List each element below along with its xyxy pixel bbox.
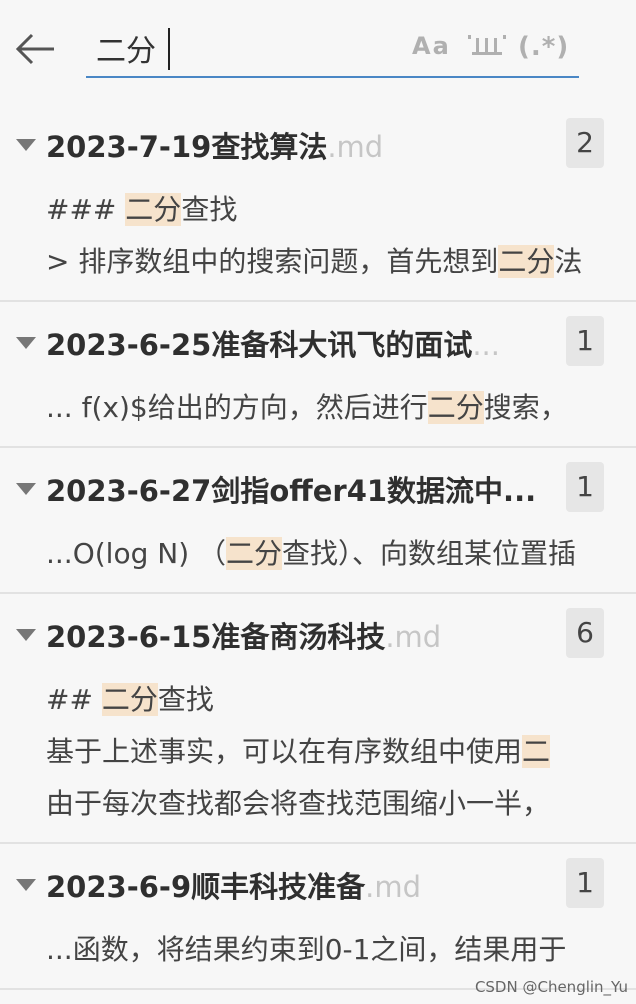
file-extension: .md <box>365 870 422 904</box>
search-panel: Aa (.*) 2023-7-19查找算法.md2### 二分查找> 排序数组中… <box>0 0 636 1004</box>
file-row[interactable]: 2023-6-15准备商汤科技.md 6 <box>0 594 636 674</box>
match-highlight: 二分 <box>226 537 283 570</box>
file-row[interactable]: 2023-7-19查找算法.md 2 <box>0 104 636 184</box>
match-context: ...函数，将结果约束到0-1之间，结果用于 <box>46 933 567 966</box>
file-name[interactable]: 2023-6-15准备商汤科技.md <box>46 614 554 656</box>
match-context: 基于上述事实，可以在有序数组中使用 <box>46 735 523 768</box>
file-name-label: 2023-6-27剑指offer41数据流中... <box>46 474 537 508</box>
file-row[interactable]: 2023-6-27剑指offer41数据流中... 1 <box>0 448 636 528</box>
match-context: 法 <box>554 245 583 278</box>
match-context: ### <box>46 193 126 226</box>
file-name-label: 2023-7-19查找算法 <box>46 130 328 164</box>
file-name-label: 2023-6-15准备商汤科技 <box>46 620 386 654</box>
file-row[interactable]: 2023-6-25准备科大讯飞的面试... 1 <box>0 302 636 382</box>
search-field[interactable]: Aa (.*) <box>86 22 579 78</box>
whole-word-toggle[interactable] <box>466 32 508 66</box>
caret-down-icon[interactable] <box>16 483 36 495</box>
match-line[interactable]: 由于每次查找都会将查找范围缩小一半， <box>0 778 636 830</box>
text-caret <box>168 28 170 70</box>
file-row[interactable]: 2023-6-9顺丰科技准备.md 1 <box>0 844 636 924</box>
match-context: 查找 <box>181 193 238 226</box>
result-group: 2023-6-25准备科大讯飞的面试... 1 ... f(x)$给出的方向，然后进… <box>0 302 636 448</box>
result-group: 2023-6-27剑指offer41数据流中... 1 ...O(log N) （二… <box>0 448 636 594</box>
match-context: 搜索， <box>483 391 568 424</box>
file-extension: .md <box>327 130 384 164</box>
result-group: 2023-6-15准备商汤科技.md 6 ## 二分查找 基于上述事实，可以在有序数组… <box>0 594 636 844</box>
match-count-badge: 2 <box>566 118 604 168</box>
file-name[interactable]: 2023-6-9顺丰科技准备.md <box>46 864 554 906</box>
file-name[interactable]: 2023-6-27剑指offer41数据流中... <box>46 468 554 510</box>
match-context: ## <box>46 683 102 716</box>
match-context: ... f(x)$给出的方向，然后进行 <box>46 391 428 424</box>
match-line[interactable]: ...函数，将结果约束到0-1之间，结果用于 <box>0 924 636 976</box>
watermark: CSDN @Chenglin_Yu <box>474 978 628 996</box>
file-extension: .md <box>385 620 442 654</box>
file-name-label: 2023-6-9顺丰科技准备 <box>46 870 366 904</box>
match-highlight: 二分 <box>498 245 555 278</box>
file-name-label: 2023-6-25准备科大讯飞的面试 <box>46 328 473 362</box>
match-line[interactable]: ### 二分查找 <box>0 184 636 236</box>
match-line[interactable]: 基于上述事实，可以在有序数组中使用二 <box>0 726 636 778</box>
results-list: 2023-7-19查找算法.md 2 ### 二分查找 > 排序数组中的搜索问题，首先… <box>0 104 636 990</box>
caret-down-icon[interactable] <box>16 629 36 641</box>
match-context: 查找）、向数组某位置插 <box>282 537 577 570</box>
match-count-badge: 1 <box>566 462 604 512</box>
match-highlight: 二分 <box>427 391 484 424</box>
arrow-left-icon <box>15 33 54 65</box>
match-context: 由于每次查找都会将查找范围缩小一半， <box>46 787 551 820</box>
caret-down-icon[interactable] <box>16 139 36 151</box>
search-bar: Aa (.*) <box>0 0 636 96</box>
match-context: 查找 <box>157 683 214 716</box>
file-name[interactable]: 2023-6-25准备科大讯飞的面试... <box>46 322 554 364</box>
search-input[interactable] <box>96 28 396 68</box>
match-highlight: 二分 <box>101 683 158 716</box>
match-count-badge: 1 <box>566 858 604 908</box>
match-count-badge: 1 <box>566 316 604 366</box>
match-context: > 排序数组中的搜索问题，首先想到 <box>46 245 499 278</box>
file-extension: ... <box>472 328 500 362</box>
whole-word-icon <box>468 35 506 55</box>
match-line[interactable]: ...O(log N) （二分查找）、向数组某位置插 <box>0 528 636 580</box>
match-highlight: 二分 <box>125 193 182 226</box>
caret-down-icon[interactable] <box>16 337 36 349</box>
match-line[interactable]: > 排序数组中的搜索问题，首先想到二分法 <box>0 236 636 288</box>
file-name[interactable]: 2023-7-19查找算法.md <box>46 124 554 166</box>
match-line[interactable]: ... f(x)$给出的方向，然后进行二分搜索， <box>0 382 636 434</box>
result-group: 2023-6-9顺丰科技准备.md 1 ...函数，将结果约束到0-1之间，结果用于 <box>0 844 636 990</box>
match-case-toggle[interactable]: Aa <box>412 32 451 66</box>
match-context: ...O(log N) （ <box>46 537 227 570</box>
regex-toggle[interactable]: (.*) <box>518 32 569 66</box>
match-line[interactable]: ## 二分查找 <box>0 674 636 726</box>
match-highlight: 二 <box>522 735 551 768</box>
match-count-badge: 6 <box>566 608 604 658</box>
back-button[interactable] <box>10 24 60 74</box>
caret-down-icon[interactable] <box>16 879 36 891</box>
result-group: 2023-7-19查找算法.md 2 ### 二分查找 > 排序数组中的搜索问题，首先… <box>0 104 636 302</box>
